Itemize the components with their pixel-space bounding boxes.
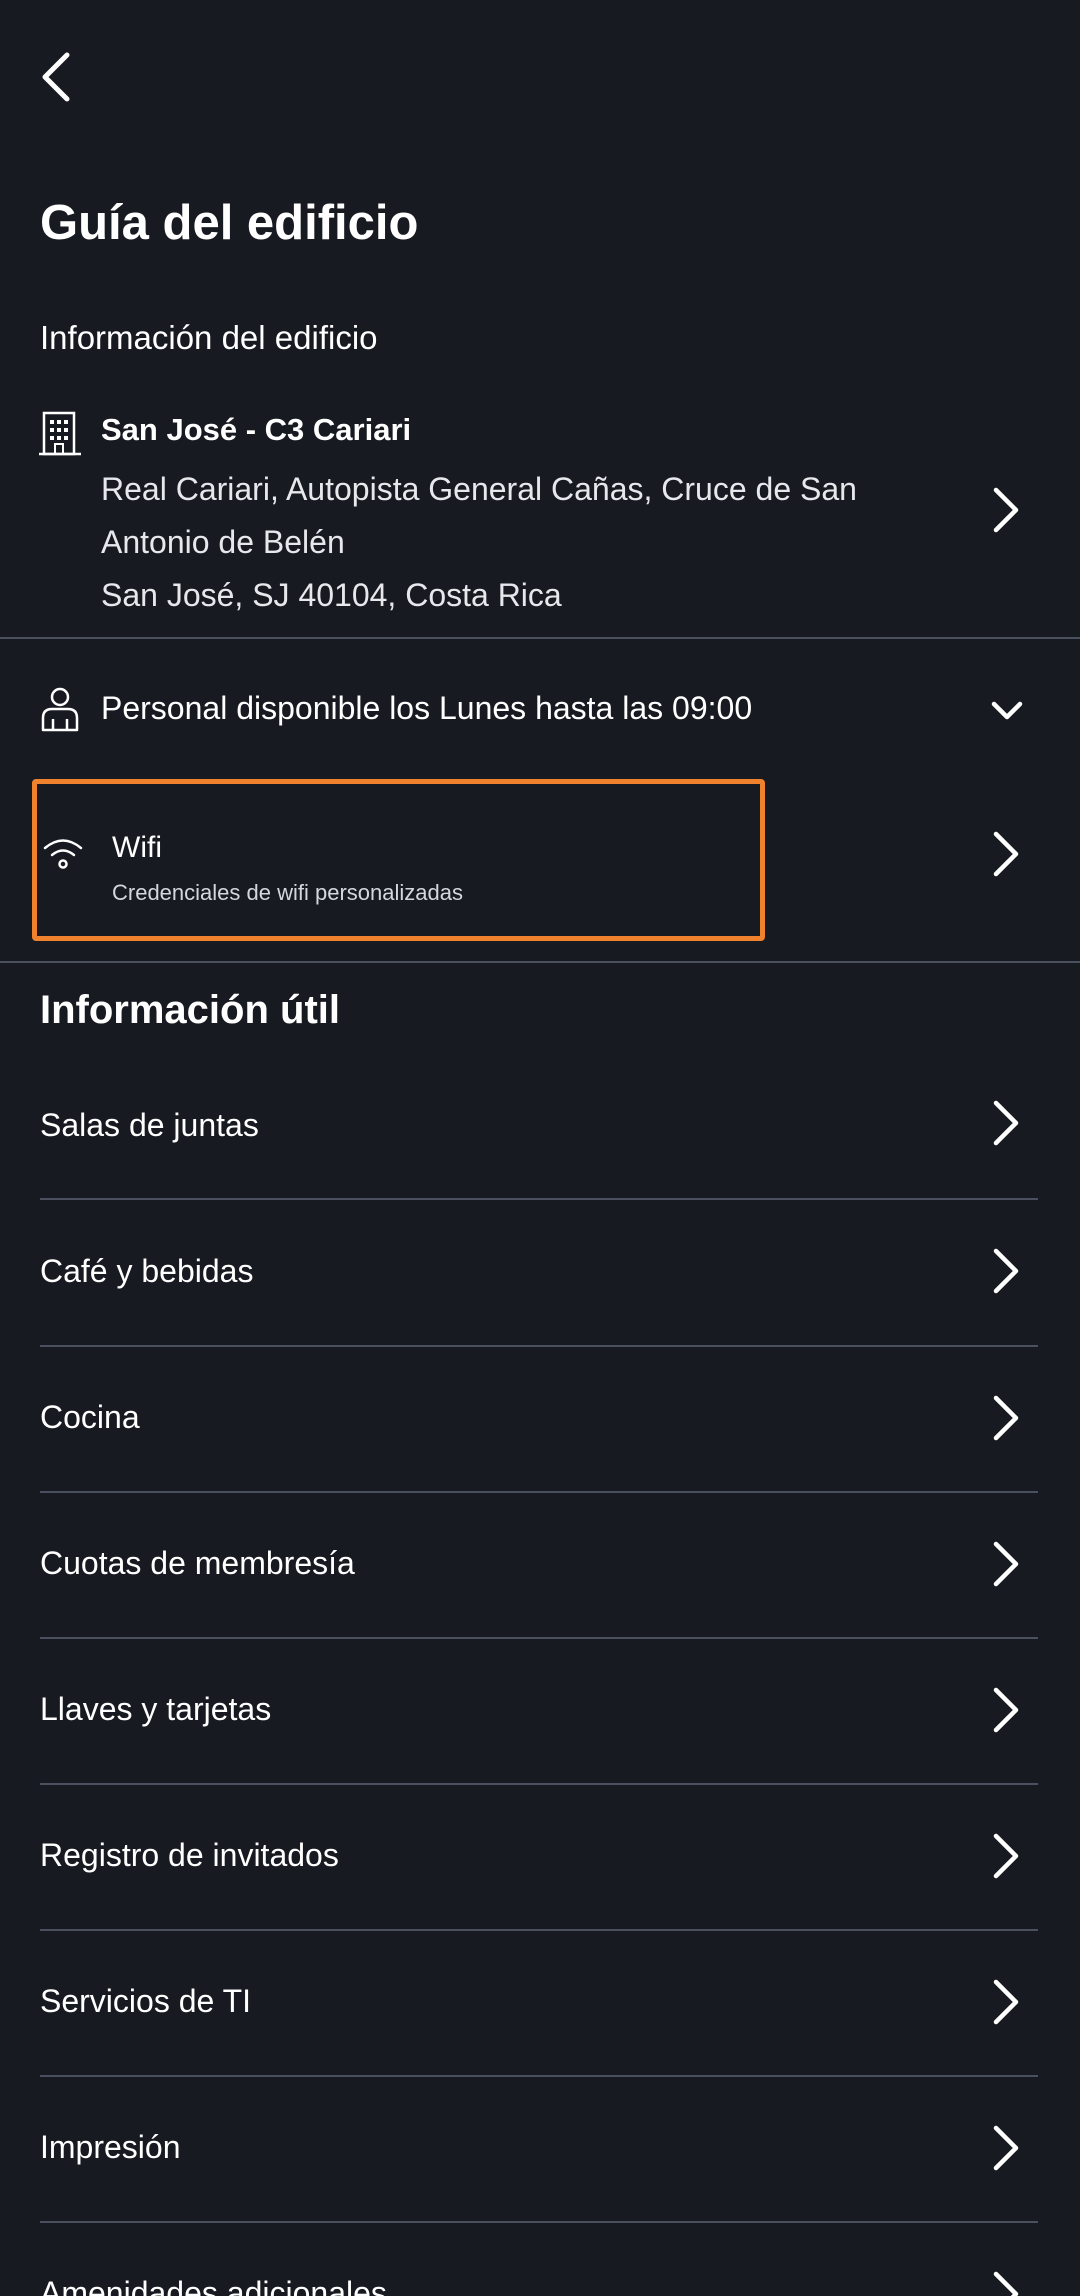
chevron-down-icon[interactable] [990, 698, 1024, 724]
address-line-1: Real Cariari, Autopista General Cañas, C… [101, 471, 857, 507]
page-title: Guía del edificio [40, 196, 419, 250]
section-divider [0, 961, 1080, 963]
list-item-label: Café y bebidas [40, 1253, 254, 1289]
building-name: San José - C3 Cariari [101, 412, 412, 447]
list-item-label: Registro de invitados [40, 1837, 339, 1873]
wifi-title: Wifi [112, 831, 162, 864]
chevron-right-icon [993, 1979, 1019, 2025]
list-item-cocina[interactable]: Cocina [0, 1345, 1080, 1493]
chevron-left-icon [42, 52, 70, 102]
staff-availability-text: Personal disponible los Lunes hasta las … [101, 690, 753, 726]
building-info-label: Información del edificio [40, 319, 378, 356]
list-item-salas-de-juntas[interactable]: Salas de juntas [0, 1053, 1080, 1200]
list-item-label: Cocina [40, 1399, 140, 1435]
list-item-label: Cuotas de membresía [40, 1545, 355, 1581]
chevron-right-icon [993, 1541, 1019, 1587]
wifi-icon [43, 839, 83, 869]
list-item-servicios-de-ti[interactable]: Servicios de TI [0, 1929, 1080, 2077]
chevron-right-icon [993, 487, 1019, 533]
chevron-right-icon [993, 2271, 1019, 2296]
list-item-label: Llaves y tarjetas [40, 1691, 272, 1727]
building-icon [39, 411, 81, 456]
chevron-right-icon [993, 1395, 1019, 1441]
list-item-registro-de-invitados[interactable]: Registro de invitados [0, 1783, 1080, 1931]
address-line-2: Antonio de Belén [101, 524, 345, 560]
chevron-right-icon [993, 2125, 1019, 2171]
back-button[interactable] [30, 42, 82, 112]
list-item-cafe-y-bebidas[interactable]: Café y bebidas [0, 1199, 1080, 1347]
chevron-right-icon [993, 1100, 1019, 1146]
list-item-label: Impresión [40, 2129, 181, 2165]
useful-info-title: Información útil [40, 988, 340, 1032]
list-item-llaves-y-tarjetas[interactable]: Llaves y tarjetas [0, 1637, 1080, 1785]
chevron-right-icon [993, 831, 1019, 877]
list-item-cuotas-de-membresia[interactable]: Cuotas de membresía [0, 1491, 1080, 1639]
list-item-impresion[interactable]: Impresión [0, 2075, 1080, 2223]
staff-person-icon [41, 687, 79, 732]
list-item-label: Salas de juntas [40, 1107, 259, 1143]
list-item-label: Servicios de TI [40, 1983, 252, 2019]
section-divider [0, 637, 1080, 639]
chevron-right-icon [993, 1687, 1019, 1733]
list-item-amenidades-adicionales[interactable]: Amenidades adicionales [0, 2221, 1080, 2296]
chevron-right-icon [993, 1248, 1019, 1294]
wifi-subtitle: Credenciales de wifi personalizadas [112, 880, 463, 905]
chevron-right-icon [993, 1833, 1019, 1879]
address-line-3: San José, SJ 40104, Costa Rica [101, 577, 562, 613]
list-item-label: Amenidades adicionales [40, 2275, 387, 2296]
